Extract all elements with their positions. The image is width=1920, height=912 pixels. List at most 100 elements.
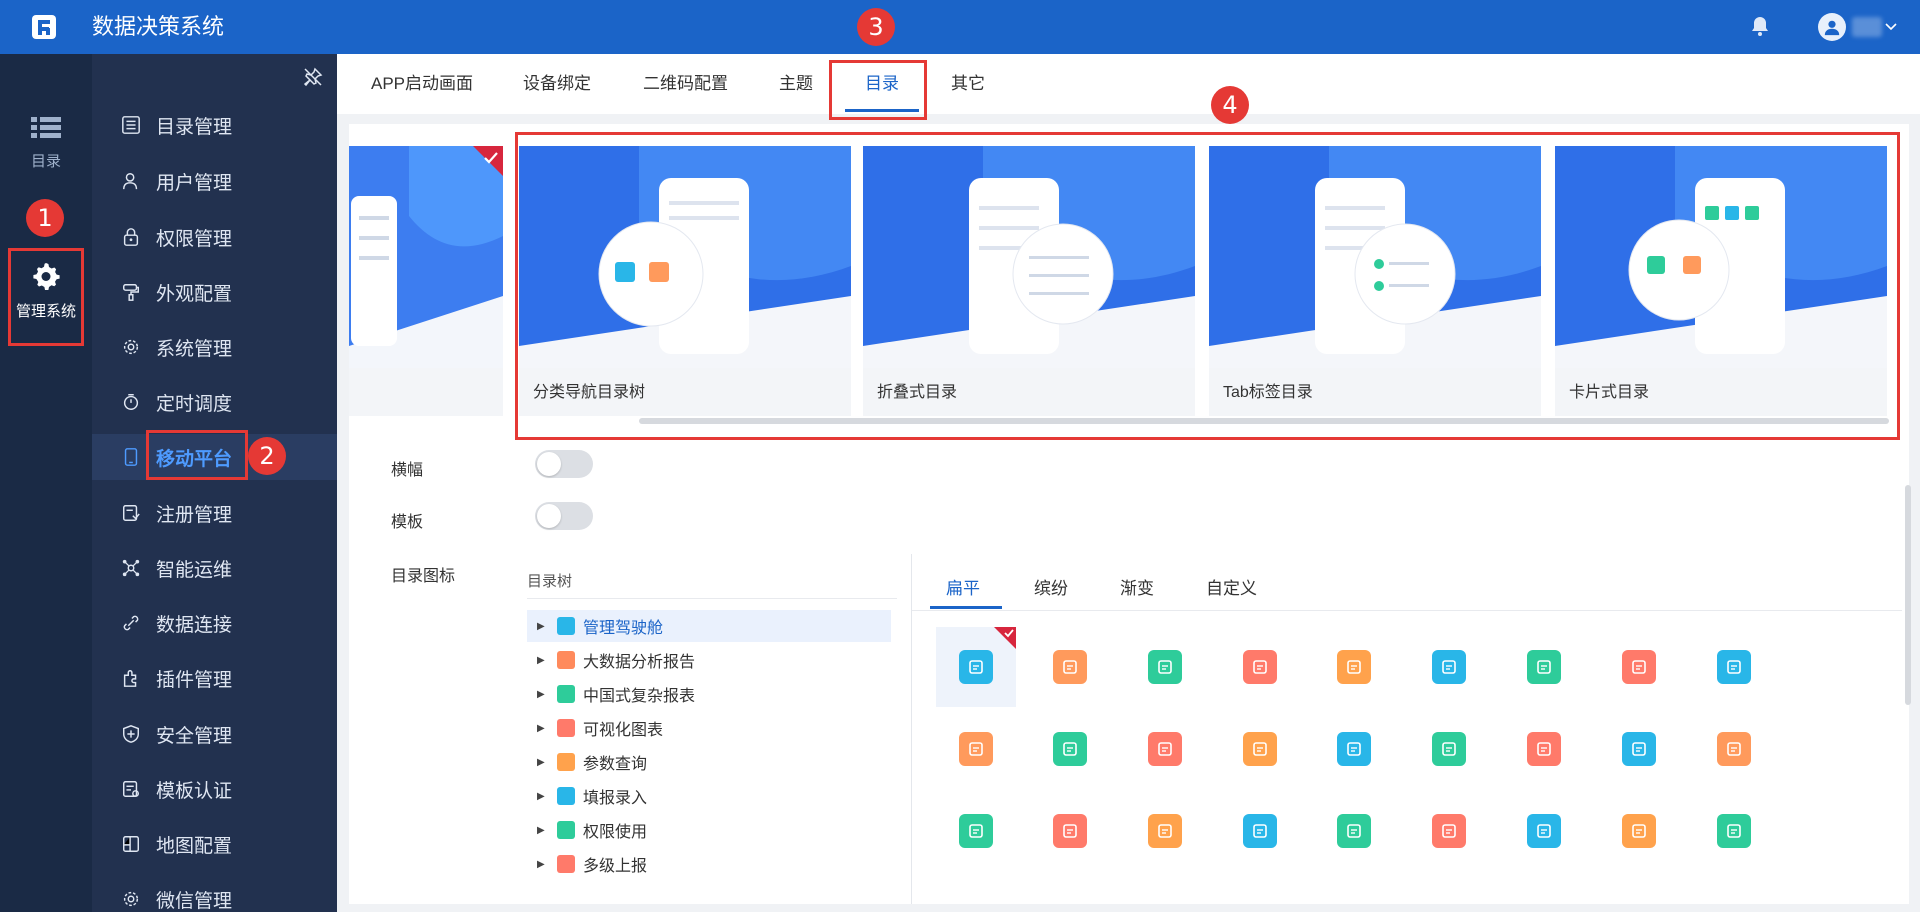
tab-qrcode[interactable]: 二维码配置 — [643, 54, 728, 114]
sidebar-item-map[interactable]: 地图配置 — [92, 821, 337, 867]
rail-item-catalog[interactable]: 目录 — [0, 116, 92, 171]
template-icon — [120, 778, 142, 800]
sidebar-item-label: 地图配置 — [156, 835, 233, 857]
catalog-icon-option[interactable] — [1337, 814, 1371, 848]
mobile-icon — [120, 446, 142, 468]
catalog-icon-option[interactable] — [1717, 650, 1751, 684]
sidebar-item-label: 定时调度 — [156, 393, 233, 415]
tab-device-binding[interactable]: 设备绑定 — [523, 54, 591, 114]
sidebar-item-permissions[interactable]: 权限管理 — [92, 214, 337, 260]
catalog-icon-label: 目录图标 — [391, 568, 456, 585]
selected-check-icon — [483, 150, 499, 166]
catalog-icon-option[interactable] — [1622, 732, 1656, 766]
catalog-icon-option[interactable] — [1432, 650, 1466, 684]
sidebar-item-label: 权限管理 — [156, 228, 233, 250]
tab-theme[interactable]: 主题 — [779, 54, 813, 114]
vertical-scrollbar[interactable] — [1905, 485, 1911, 705]
catalog-icon-option[interactable] — [1148, 650, 1182, 684]
sidebar-item-system[interactable]: 系统管理 — [92, 324, 337, 370]
tree-item[interactable]: ▶ 参数查询 — [527, 746, 891, 778]
shield-icon — [120, 723, 142, 745]
app-title: 数据决策系统 — [92, 14, 225, 39]
caret-right-icon: ▶ — [537, 756, 545, 768]
caret-right-icon: ▶ — [537, 790, 545, 802]
sidebar-item-plugins[interactable]: 插件管理 — [92, 655, 337, 701]
sidebar-item-label: 数据连接 — [156, 614, 233, 636]
sidebar-item-catalog[interactable]: 目录管理 — [92, 102, 337, 148]
catalog-icon-option[interactable] — [1622, 650, 1656, 684]
sidebar-item-template-cert[interactable]: 模板认证 — [92, 766, 337, 812]
catalog-icon-option[interactable] — [1622, 814, 1656, 848]
rail-label-catalog: 目录 — [30, 153, 61, 170]
tree-header: 目录树 — [527, 573, 573, 590]
catalog-icon-option[interactable] — [959, 814, 993, 848]
wechat-icon — [120, 888, 142, 910]
catalog-icon-option[interactable] — [959, 732, 993, 766]
map-icon — [120, 833, 142, 855]
annotation-badge-2: 2 — [248, 437, 286, 475]
highlight-box-4 — [515, 132, 1900, 440]
catalog-icon-option[interactable] — [1053, 732, 1087, 766]
tree-item[interactable]: ▶ 权限使用 — [527, 814, 891, 846]
tab-app-splash[interactable]: APP启动画面 — [371, 54, 473, 114]
sidebar-item-label: 注册管理 — [156, 504, 233, 526]
caret-right-icon: ▶ — [537, 722, 545, 734]
tree-item-icon — [557, 787, 575, 805]
tree-item[interactable]: ▶ 多级上报 — [527, 848, 891, 880]
template-toggle[interactable] — [535, 502, 593, 530]
catalog-icon-option[interactable] — [1527, 650, 1561, 684]
tab-other[interactable]: 其它 — [951, 54, 985, 114]
sidebar-item-label: 微信管理 — [156, 890, 233, 912]
catalog-icon-option[interactable] — [1148, 814, 1182, 848]
tree-item[interactable]: ▶ 管理驾驶舱 — [527, 610, 891, 642]
sidebar-item-wechat[interactable]: 微信管理 — [92, 876, 337, 912]
sidebar-item-schedule[interactable]: 定时调度 — [92, 379, 337, 425]
sidebar-item-ops[interactable]: 智能运维 — [92, 545, 337, 591]
banner-label: 横幅 — [391, 462, 424, 479]
caret-right-icon: ▶ — [537, 858, 545, 870]
catalog-icon-option[interactable] — [1717, 732, 1751, 766]
sidebar-item-data-connection[interactable]: 数据连接 — [92, 600, 337, 646]
pin-icon[interactable] — [302, 66, 324, 88]
catalog-icon-option[interactable] — [1527, 732, 1561, 766]
sidebar: 目录管理 用户管理 权限管理 外观配置 系统管理 定时调度 移动平台 注册管理 … — [92, 54, 337, 912]
icon-tab-custom[interactable]: 自定义 — [1206, 574, 1257, 599]
catalog-icon-option[interactable] — [1053, 650, 1087, 684]
username-blurred[interactable] — [1852, 17, 1882, 37]
chevron-down-icon[interactable] — [1884, 20, 1898, 34]
tree-item[interactable]: ▶ 大数据分析报告 — [527, 644, 891, 676]
tree-item[interactable]: ▶ 填报录入 — [527, 780, 891, 812]
catalog-icon-option[interactable] — [1243, 650, 1277, 684]
icon-tab-colorful[interactable]: 缤纷 — [1034, 574, 1068, 599]
tree-item-label: 大数据分析报告 — [583, 654, 696, 671]
catalog-icon-option[interactable] — [1527, 814, 1561, 848]
highlight-box-3 — [829, 60, 927, 120]
tree-item-label: 管理驾驶舱 — [583, 620, 664, 637]
sidebar-item-appearance[interactable]: 外观配置 — [92, 269, 337, 315]
highlight-box-1 — [8, 248, 84, 346]
user-avatar-icon[interactable] — [1818, 13, 1846, 41]
sidebar-item-label: 外观配置 — [156, 283, 233, 305]
catalog-icon-option[interactable] — [1717, 814, 1751, 848]
sidebar-item-register[interactable]: 注册管理 — [92, 490, 337, 536]
banner-toggle[interactable] — [535, 450, 593, 478]
catalog-icon-option[interactable] — [1243, 732, 1277, 766]
catalog-style-card-partial[interactable] — [349, 146, 503, 416]
icon-tab-gradient[interactable]: 渐变 — [1120, 574, 1154, 599]
catalog-icon-option[interactable] — [1337, 650, 1371, 684]
catalog-icon-option[interactable] — [1432, 814, 1466, 848]
sidebar-item-security[interactable]: 安全管理 — [92, 711, 337, 757]
catalog-icon-option[interactable] — [1337, 732, 1371, 766]
sidebar-item-users[interactable]: 用户管理 — [92, 158, 337, 204]
tree-item[interactable]: ▶ 可视化图表 — [527, 712, 891, 744]
tree-item[interactable]: ▶ 中国式复杂报表 — [527, 678, 891, 710]
tree-item-icon — [557, 617, 575, 635]
catalog-icon-option[interactable] — [1053, 814, 1087, 848]
catalog-icon-option[interactable] — [1432, 732, 1466, 766]
catalog-icon-option[interactable] — [1243, 814, 1277, 848]
icon-tab-flat[interactable]: 扁平 — [946, 574, 980, 599]
caret-right-icon: ▶ — [537, 654, 545, 666]
catalog-icon-option[interactable] — [959, 650, 993, 684]
catalog-icon-option[interactable] — [1148, 732, 1182, 766]
bell-icon[interactable] — [1748, 14, 1772, 38]
